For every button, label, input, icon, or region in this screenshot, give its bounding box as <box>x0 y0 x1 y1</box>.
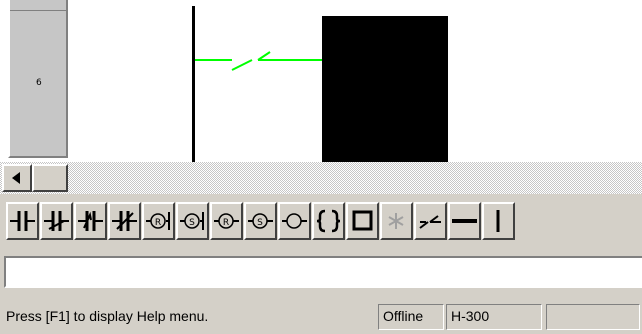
delete-icon <box>388 213 404 229</box>
rung-wiring <box>195 51 322 71</box>
reset-output-icon: R <box>214 213 239 229</box>
svg-text:S: S <box>257 218 263 228</box>
tool-vertical-line[interactable] <box>482 202 515 240</box>
ladder-editor[interactable]: 6 <box>0 0 642 162</box>
status-mode: Offline <box>378 304 444 330</box>
horizontal-scrollbar[interactable] <box>0 162 642 194</box>
command-input[interactable] <box>4 256 642 288</box>
coil-output-icon <box>282 213 307 229</box>
open-contact-blade <box>231 59 253 71</box>
arrow-left-icon <box>12 172 20 184</box>
svg-text:R: R <box>223 218 229 228</box>
tool-normally-closed-contact[interactable] <box>40 202 73 240</box>
tool-reset-output[interactable]: R <box>210 202 243 240</box>
tool-rising-edge-contact[interactable] <box>74 202 107 240</box>
normally-open-contact-icon <box>10 211 35 231</box>
rising-edge-contact-icon <box>78 211 103 231</box>
tool-reset-coil[interactable]: R <box>142 202 175 240</box>
scroll-thumb[interactable] <box>32 164 68 192</box>
status-help-text: Press [F1] to display Help menu. <box>6 308 209 324</box>
tool-box-instruction[interactable] <box>346 202 379 240</box>
horizontal-line-icon <box>452 219 477 223</box>
set-output-icon: S <box>248 213 273 229</box>
box-instruction-icon <box>352 210 373 231</box>
selected-instruction-block[interactable] <box>322 16 448 162</box>
tool-coil-output[interactable] <box>278 202 311 240</box>
contact-hook <box>257 51 271 61</box>
reset-coil-icon: R <box>146 212 170 230</box>
tool-function-block[interactable] <box>312 202 345 240</box>
tool-falling-edge-contact[interactable] <box>108 202 141 240</box>
falling-edge-contact-icon <box>112 211 137 231</box>
open-contact-line-icon <box>419 215 441 229</box>
svg-text:R: R <box>155 218 161 228</box>
tool-set-output[interactable]: S <box>244 202 277 240</box>
tool-delete[interactable] <box>380 202 413 240</box>
set-coil-icon: S <box>180 212 204 230</box>
normally-closed-contact-icon <box>44 211 69 231</box>
tool-normally-open-contact[interactable] <box>6 202 39 240</box>
vertical-line-icon <box>496 210 500 232</box>
status-extra <box>546 304 640 330</box>
status-plc-type: H-300 <box>446 304 542 330</box>
tool-open-contact-line[interactable] <box>414 202 447 240</box>
tool-set-coil[interactable]: S <box>176 202 209 240</box>
svg-text:S: S <box>189 218 195 228</box>
instruction-palette: R S R S <box>0 196 642 252</box>
scroll-left-button[interactable] <box>2 164 32 192</box>
function-block-icon <box>316 209 341 233</box>
tool-horizontal-line[interactable] <box>448 202 481 240</box>
status-bar: Press [F1] to display Help menu. Offline… <box>0 300 642 334</box>
